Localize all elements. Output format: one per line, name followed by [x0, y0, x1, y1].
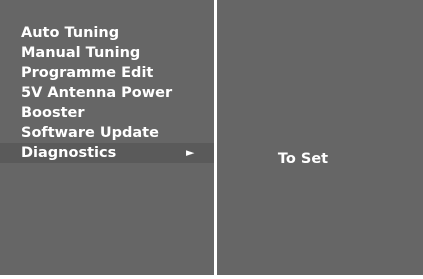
menu-item-label: Diagnostics — [21, 145, 117, 161]
menu-item-software-update[interactable]: Software Update — [0, 123, 214, 143]
menu-item-5v-antenna-power[interactable]: 5V Antenna Power — [0, 83, 214, 103]
menu-item-auto-tuning[interactable]: Auto Tuning — [0, 23, 214, 43]
menu-item-label: Software Update — [21, 125, 159, 141]
to-set-label[interactable]: To Set — [217, 149, 389, 169]
menu-item-label: Programme Edit — [21, 65, 154, 81]
setup-menu-osd: Auto Tuning Manual Tuning Programme Edit… — [0, 0, 423, 275]
menu-item-manual-tuning[interactable]: Manual Tuning — [0, 43, 214, 63]
menu-list: Auto Tuning Manual Tuning Programme Edit… — [0, 23, 214, 163]
play-arrow-icon: ► — [186, 146, 195, 159]
menu-item-programme-edit[interactable]: Programme Edit — [0, 63, 214, 83]
menu-item-booster[interactable]: Booster — [0, 103, 214, 123]
menu-item-label: 5V Antenna Power — [21, 85, 173, 101]
menu-item-label: Booster — [21, 105, 85, 121]
menu-item-label: Auto Tuning — [21, 25, 120, 41]
menu-item-diagnostics[interactable]: Diagnostics ► — [0, 143, 214, 163]
detail-panel: To Set — [217, 0, 423, 275]
menu-panel: Auto Tuning Manual Tuning Programme Edit… — [0, 0, 214, 275]
menu-item-label: Manual Tuning — [21, 45, 141, 61]
tv-screen: Auto Tuning Manual Tuning Programme Edit… — [0, 0, 423, 279]
